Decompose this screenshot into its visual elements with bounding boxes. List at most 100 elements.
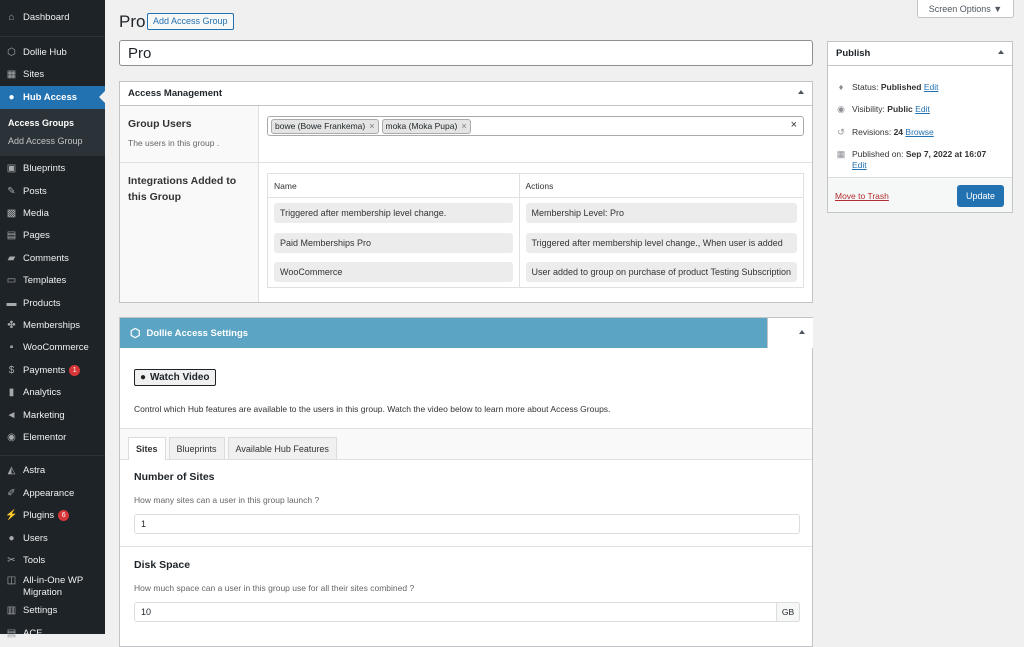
integrations-label-cell: Integrations Added to this Group <box>120 163 259 302</box>
sidebar-item-users[interactable]: ● Users <box>0 527 105 549</box>
sidebar-item-label: Dashboard <box>23 11 70 23</box>
sidebar-item-label: Users <box>23 532 48 544</box>
sidebar-item-label: Elementor <box>23 431 67 443</box>
menu-separator <box>0 36 105 38</box>
bar-chart-icon: ▮ <box>8 387 15 399</box>
settings-icon: ▥ <box>6 605 17 617</box>
sidebar-item-pages[interactable]: ▤ Pages <box>0 225 105 247</box>
sidebar-item-label: Analytics <box>23 387 62 399</box>
users-select[interactable]: bowe (Bowe Frankema) × moka (Moka Pupa) × … <box>267 116 804 136</box>
sidebar-item-astra[interactable]: ◭ Astra <box>0 460 105 482</box>
sidebar-item-comments[interactable]: ▰ Comments <box>0 247 105 269</box>
visibility-value: Public <box>887 104 913 114</box>
sidebar-item-label: Plugins <box>23 510 55 522</box>
pin-icon: ✎ <box>7 185 16 197</box>
sidebar-item-hub-access[interactable]: ● Hub Access <box>0 86 105 109</box>
tab-sites[interactable]: Sites <box>128 437 166 460</box>
visibility-text: Visibility: Public Edit <box>852 104 930 115</box>
astra-icon: ◭ <box>7 465 16 477</box>
sidebar-item-woocommerce[interactable]: ▪ WooCommerce <box>0 337 105 359</box>
sidebar-item-label: Posts <box>23 185 47 197</box>
visibility-row: ◉ Visibility: Public Edit <box>828 104 930 115</box>
sidebar-item-dollie-hub[interactable]: ⬡ Dollie Hub <box>0 41 105 63</box>
column-header-actions: Actions <box>518 173 804 198</box>
sidebar-item-plugins[interactable]: ⚡ Plugins 6 <box>0 504 105 526</box>
integration-name: WooCommerce <box>274 262 513 283</box>
published-label: Published on: <box>852 149 906 159</box>
sidebar-item-dashboard[interactable]: ⌂ Dashboard <box>0 6 105 28</box>
sidebar-item-sites[interactable]: ▦ Sites <box>0 64 105 86</box>
browse-revisions-link[interactable]: Browse <box>905 127 933 137</box>
dollar-icon: $ <box>8 364 15 376</box>
add-access-group-button[interactable]: Add Access Group <box>147 13 234 30</box>
sidebar-item-templates[interactable]: ▭ Templates <box>0 270 105 292</box>
access-management-header[interactable]: Access Management <box>120 82 812 106</box>
sidebar-item-migration[interactable]: ◫ All-in-One WP Migration <box>0 572 105 600</box>
hub-icon: ⬡ <box>7 47 16 59</box>
archive-icon: ▬ <box>6 297 17 309</box>
user-icon: ● <box>8 532 15 544</box>
table-cell: Triggered after membership level change.… <box>518 227 804 258</box>
dollie-settings-header[interactable]: ⬡ Dollie Access Settings <box>120 318 767 348</box>
post-title-input[interactable]: Pro <box>119 40 813 66</box>
collapse-arrow-icon[interactable] <box>799 330 805 334</box>
dollie-collapse-toggle[interactable] <box>767 318 813 348</box>
dashboard-icon: ⌂ <box>8 11 15 23</box>
sidebar-item-media[interactable]: ▩ Media <box>0 202 105 224</box>
edit-visibility-link[interactable]: Edit <box>915 104 930 114</box>
media-icon: ▩ <box>6 208 17 220</box>
integrations-table: Name Actions Triggered after membership … <box>267 173 804 288</box>
sidebar-item-analytics[interactable]: ▮ Analytics <box>0 381 105 403</box>
table-cell: Paid Memberships Pro <box>267 227 520 258</box>
sidebar-item-label: ACF <box>23 627 42 639</box>
edit-date-link[interactable]: Edit <box>852 160 867 170</box>
submenu-add-access-group[interactable]: Add Access Group <box>0 132 105 150</box>
sidebar-item-marketing[interactable]: ◄ Marketing <box>0 404 105 426</box>
collapse-arrow-icon[interactable] <box>998 50 1004 54</box>
sidebar-item-label: Sites <box>23 69 45 81</box>
sidebar-item-tools[interactable]: ✂ Tools <box>0 549 105 571</box>
sidebar-item-appearance[interactable]: ✐ Appearance <box>0 482 105 504</box>
published-on-row: ▦ Published on: Sep 7, 2022 at 16:07 Edit <box>828 149 1012 171</box>
sidebar-item-label: Templates <box>23 275 67 287</box>
number-of-sites-input[interactable]: 1 <box>134 514 800 534</box>
group-users-description: The users in this group . <box>128 138 220 148</box>
revisions-row: ↺ Revisions: 24 Browse <box>828 127 934 138</box>
tab-available-hub-features[interactable]: Available Hub Features <box>227 437 337 459</box>
access-management-box: Access Management Group Users The users … <box>119 81 813 303</box>
screen-options-button[interactable]: Screen Options ▼ <box>917 0 1014 18</box>
submenu-access-groups[interactable]: Access Groups <box>0 114 105 132</box>
sidebar-item-label: WooCommerce <box>23 342 89 354</box>
field-description: How much space can a user in this group … <box>134 583 415 593</box>
clear-selection-icon[interactable]: × <box>791 119 797 131</box>
remove-tag-icon[interactable]: × <box>369 121 374 131</box>
sidebar-item-blueprints[interactable]: ▣ Blueprints <box>0 158 105 180</box>
group-users-label-cell: Group Users The users in this group . <box>120 106 259 162</box>
sidebar-item-elementor[interactable]: ◉ Elementor <box>0 426 105 448</box>
integration-name: Triggered after membership level change. <box>274 202 513 223</box>
integrations-label: Integrations Added to this Group <box>128 175 237 203</box>
remove-tag-icon[interactable]: × <box>461 121 466 131</box>
sidebar-item-payments[interactable]: $ Payments 1 <box>0 359 105 381</box>
edit-status-link[interactable]: Edit <box>924 82 939 92</box>
disk-space-input[interactable]: 10 GB <box>134 602 800 622</box>
sidebar-item-memberships[interactable]: ✤ Memberships <box>0 314 105 336</box>
watch-video-button[interactable]: ● Watch Video <box>134 369 216 386</box>
sidebar-item-label: Media <box>23 208 49 220</box>
publish-header[interactable]: Publish <box>828 42 1012 66</box>
tab-blueprints[interactable]: Blueprints <box>168 437 225 459</box>
number-of-sites-field: Number of Sites How many sites can a use… <box>120 471 812 534</box>
collapse-arrow-icon[interactable] <box>798 90 804 94</box>
sidebar-item-posts[interactable]: ✎ Posts <box>0 180 105 202</box>
sidebar-item-settings[interactable]: ▥ Settings <box>0 600 105 622</box>
published-on-text: Published on: Sep 7, 2022 at 16:07 Edit <box>852 149 1012 171</box>
user-tag-label: bowe (Bowe Frankema) <box>275 121 366 131</box>
eye-icon: ◉ <box>837 104 845 114</box>
wrench-icon: ✂ <box>7 554 16 566</box>
update-button[interactable]: Update <box>957 185 1004 207</box>
table-cell: User added to group on purchase of produ… <box>518 257 804 288</box>
sidebar-item-acf[interactable]: ▤ ACF <box>0 622 105 644</box>
integration-action: Triggered after membership level change.… <box>525 232 797 253</box>
move-to-trash-link[interactable]: Move to Trash <box>835 191 889 201</box>
sidebar-item-products[interactable]: ▬ Products <box>0 292 105 314</box>
